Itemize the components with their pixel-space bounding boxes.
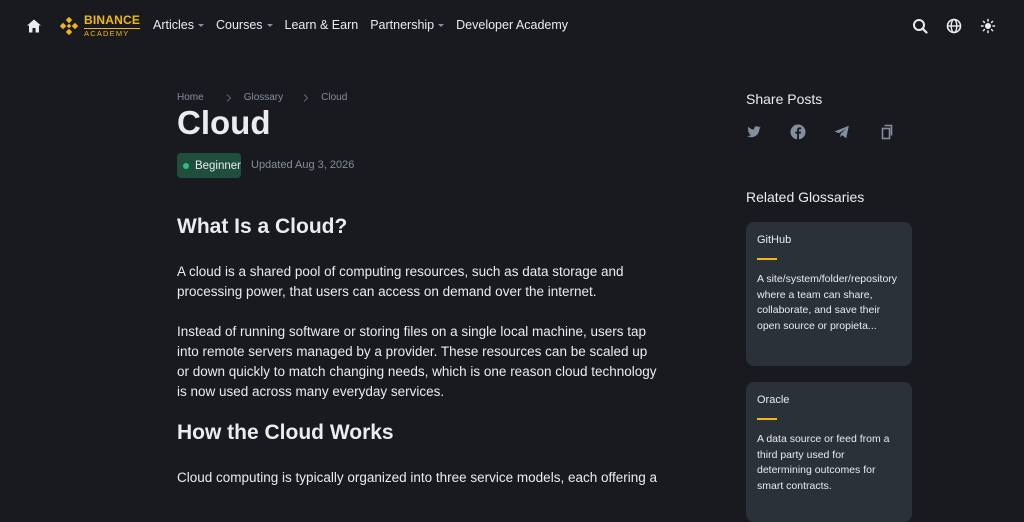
card-accent-bar — [757, 418, 777, 420]
difficulty-label: Beginner — [194, 159, 241, 172]
card-accent-bar — [757, 258, 777, 260]
paragraph: A cloud is a shared pool of computing re… — [177, 264, 624, 299]
nav-right-actions — [912, 18, 996, 34]
page-title: Cloud — [177, 104, 271, 141]
home-icon[interactable] — [26, 18, 42, 34]
section-heading: What Is a Cloud? — [177, 215, 348, 238]
card-description: A site/system/folder/repository where a … — [757, 273, 898, 332]
status-dot — [183, 162, 189, 169]
card-title: Oracle — [757, 394, 790, 406]
menu-item-label: Articles — [153, 18, 194, 32]
logo-text-binance: BINANCE — [84, 13, 141, 28]
chevron-right-icon — [303, 93, 309, 102]
breadcrumb-current[interactable]: Cloud — [321, 92, 347, 103]
card-title: GitHub — [757, 234, 792, 246]
menu-item-developer-academy[interactable]: Developer Academy — [456, 18, 568, 32]
related-glossaries-title: Related Glossaries — [746, 189, 865, 205]
breadcrumb: Home Glossary Cloud — [177, 92, 347, 103]
copy-link-icon[interactable] — [878, 124, 894, 140]
paragraph: Cloud computing is typically organized i… — [177, 470, 658, 485]
caret-down-icon — [438, 24, 445, 27]
menu-item-label: Courses — [215, 18, 263, 32]
section-heading: How the Cloud Works — [177, 421, 394, 444]
breadcrumb-home[interactable]: Home — [177, 92, 204, 103]
caret-down-icon — [266, 24, 273, 27]
logo-text-academy: ACADEMY — [84, 28, 141, 38]
caret-down-icon — [197, 24, 204, 27]
facebook-icon[interactable] — [790, 124, 806, 140]
telegram-icon[interactable] — [834, 124, 850, 140]
menu-item-partnership[interactable]: Partnership — [370, 18, 445, 32]
menu-item-label: Learn & Earn — [284, 18, 359, 32]
menu-item-learn-earn[interactable]: Learn & Earn — [285, 18, 359, 32]
menu-item-label: Developer Academy — [456, 18, 569, 32]
difficulty-badge: Beginner — [177, 153, 241, 178]
related-card-github[interactable]: GitHub A site/system/folder/repository w… — [746, 222, 912, 366]
share-icons — [746, 124, 894, 140]
binance-academy-logo[interactable]: BINANCE ACADEMY — [58, 13, 141, 38]
breadcrumb-glossary[interactable]: Glossary — [244, 92, 283, 103]
menu-item-courses[interactable]: Courses — [216, 18, 273, 32]
related-card-oracle[interactable]: Oracle A data source or feed from a thir… — [746, 382, 912, 522]
paragraph: Instead of running software or storing f… — [177, 324, 657, 399]
menu-item-label: Partnership — [370, 18, 435, 32]
share-posts-title: Share Posts — [746, 91, 823, 107]
updated-date: Updated Aug 3, 2026 — [251, 159, 355, 171]
search-icon[interactable] — [912, 18, 928, 34]
logo-wordmark: BINANCE ACADEMY — [84, 13, 141, 38]
main-menu: Articles Courses Learn & Earn Partnershi… — [153, 18, 580, 32]
menu-item-articles[interactable]: Articles — [153, 18, 204, 32]
binance-logo-icon — [59, 16, 79, 36]
top-nav: BINANCE ACADEMY Articles Courses Learn &… — [0, 0, 1024, 52]
chevron-right-icon — [226, 93, 231, 102]
theme-toggle-icon[interactable] — [980, 18, 996, 34]
twitter-icon[interactable] — [746, 124, 762, 140]
globe-icon[interactable] — [946, 18, 962, 34]
